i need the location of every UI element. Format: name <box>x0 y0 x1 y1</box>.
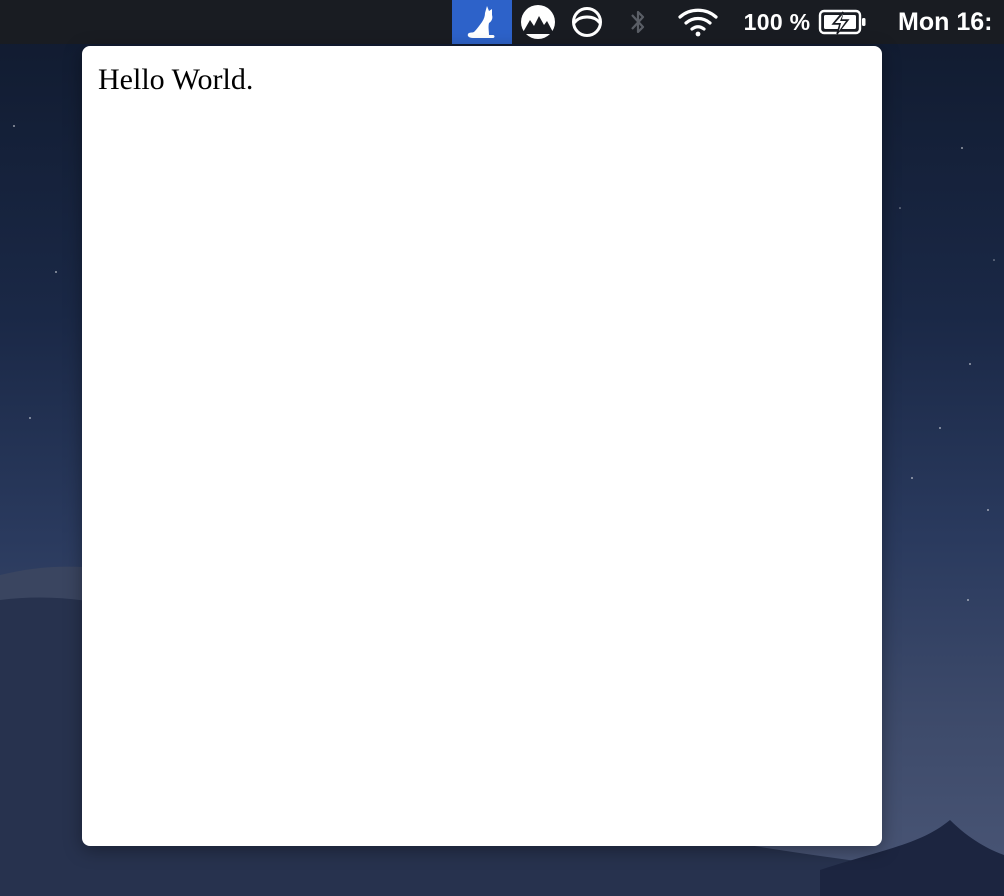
mountain-icon <box>521 5 555 39</box>
cat-icon <box>467 6 495 38</box>
status-item-battery[interactable] <box>816 0 870 44</box>
status-item-cat[interactable] <box>452 0 512 44</box>
status-item-mountain[interactable] <box>516 0 560 44</box>
battery-percentage[interactable]: 100 % <box>738 0 816 44</box>
status-item-bluetooth[interactable] <box>620 0 656 44</box>
circle-globe-icon <box>572 7 602 37</box>
menubar-clock[interactable]: Mon 16: <box>898 0 1004 44</box>
status-item-wifi[interactable] <box>674 0 722 44</box>
popover-panel: Hello World. <box>82 46 882 846</box>
battery-charging-icon <box>818 9 866 35</box>
popover-content-text: Hello World. <box>98 63 254 96</box>
wifi-icon <box>678 8 718 37</box>
desktop-background: 100 % Mon 16: Hello World. <box>0 0 1004 896</box>
status-item-globe[interactable] <box>566 0 608 44</box>
bluetooth-icon <box>631 10 645 34</box>
menu-bar: 100 % Mon 16: <box>0 0 1004 44</box>
